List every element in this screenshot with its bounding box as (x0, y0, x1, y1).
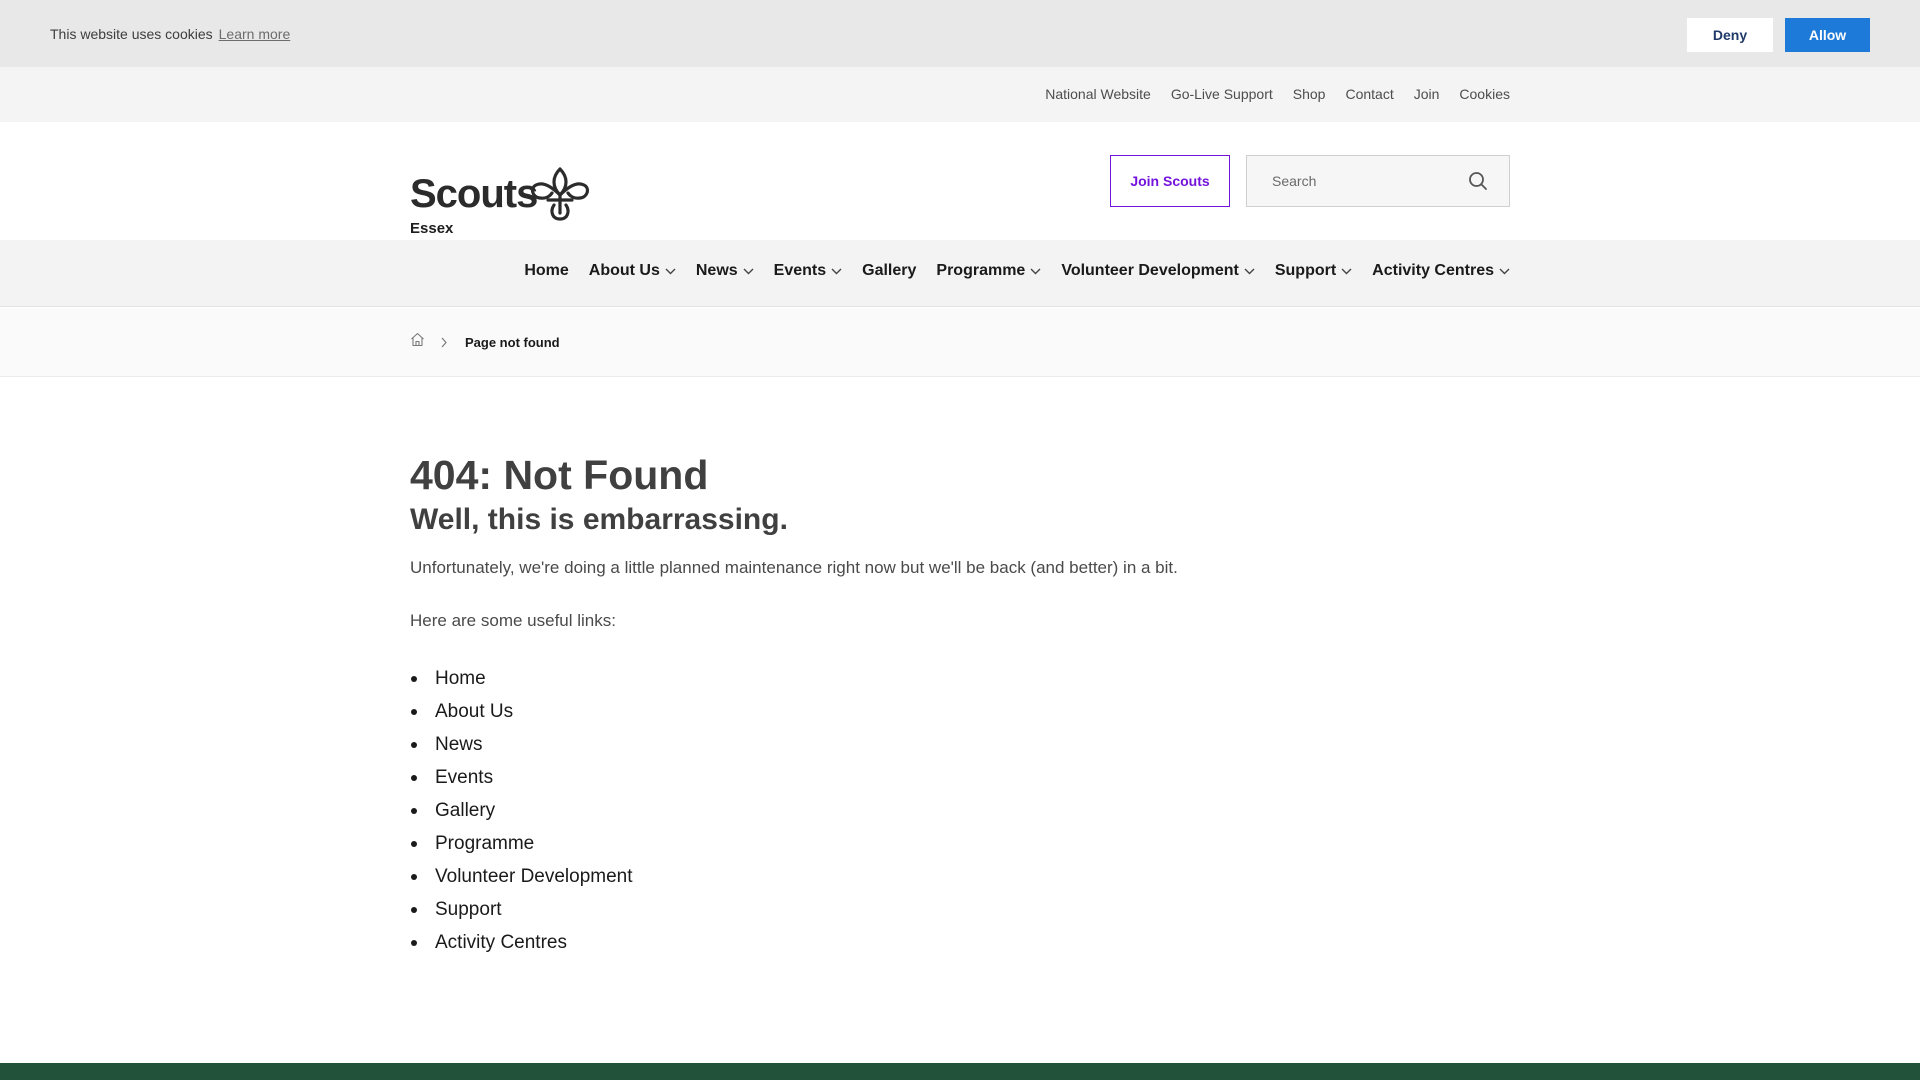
home-icon (411, 332, 424, 347)
nav-item-label: Support (1274, 262, 1337, 279)
fleur-de-lis-icon (530, 167, 590, 221)
nav-item-support[interactable]: Support (1275, 262, 1352, 280)
list-item: Gallery (411, 794, 1510, 827)
cookie-message-text: This website uses cookies (50, 26, 213, 42)
nav-item-label: Home (524, 262, 569, 279)
utility-link-join[interactable]: Join (1414, 86, 1440, 102)
logo-district: Essex (410, 220, 454, 237)
footer (0, 1063, 1920, 1080)
cookie-allow-button[interactable]: Allow (1785, 18, 1870, 52)
useful-links-list: Home About Us News Events Gallery Progra… (410, 662, 1510, 959)
nav-item-volunteer-development[interactable]: Volunteer Development (1061, 262, 1255, 280)
nav-item-label: About Us (588, 262, 660, 279)
useful-link-about-us[interactable]: About Us (435, 701, 513, 722)
chevron-down-icon (1499, 268, 1510, 274)
nav-item-programme[interactable]: Programme (936, 262, 1041, 280)
main-nav: Home About Us News Events Gallery Progra… (0, 240, 1920, 307)
search-box (1246, 155, 1510, 207)
main-nav-list: Home About Us News Events Gallery Progra… (524, 262, 1510, 280)
useful-links-intro: Here are some useful links: (410, 611, 616, 630)
useful-link-support[interactable]: Support (435, 899, 502, 920)
list-item: Home (411, 662, 1510, 695)
breadcrumb-bar: Page not found (0, 308, 1920, 377)
join-scouts-button[interactable]: Join Scouts (1110, 155, 1230, 207)
breadcrumb-current: Page not found (465, 334, 560, 350)
chevron-right-icon (441, 337, 447, 347)
breadcrumb: Page not found (410, 332, 560, 352)
search-icon[interactable] (1467, 170, 1489, 192)
page-title: 404: Not Found (410, 452, 709, 498)
logo-wordmark: Scouts (410, 172, 538, 216)
nav-item-about-us[interactable]: About Us (589, 262, 676, 280)
useful-link-events[interactable]: Events (435, 767, 493, 788)
nav-item-label: News (695, 262, 738, 279)
useful-link-news[interactable]: News (435, 734, 483, 755)
utility-link-national-website[interactable]: National Website (1045, 86, 1151, 102)
chevron-down-icon (831, 268, 842, 274)
nav-item-events[interactable]: Events (774, 262, 842, 280)
breadcrumb-home-link[interactable] (410, 332, 425, 352)
chevron-down-icon (1030, 268, 1041, 274)
scouts-essex-logo[interactable]: Scouts Essex (410, 144, 610, 236)
list-item: Volunteer Development (411, 860, 1510, 893)
cookie-banner: This website uses cookies Learn more Deny… (0, 0, 1920, 67)
chevron-down-icon (1244, 268, 1255, 274)
nav-item-label: Events (773, 262, 827, 279)
utility-nav: National Website Go-Live Support Shop Co… (1045, 86, 1510, 102)
list-item: Events (411, 761, 1510, 794)
useful-link-volunteer-development[interactable]: Volunteer Development (435, 866, 633, 887)
nav-item-label: Gallery (862, 262, 917, 279)
useful-link-activity-centres[interactable]: Activity Centres (435, 932, 567, 953)
chevron-down-icon (743, 268, 754, 274)
chevron-down-icon (665, 268, 676, 274)
cookie-message: This website uses cookies Learn more (50, 26, 290, 42)
utility-link-contact[interactable]: Contact (1345, 86, 1393, 102)
utility-bar: National Website Go-Live Support Shop Co… (0, 67, 1920, 122)
utility-link-go-live-support[interactable]: Go-Live Support (1171, 86, 1273, 102)
nav-item-activity-centres[interactable]: Activity Centres (1372, 262, 1510, 280)
cookie-deny-button[interactable]: Deny (1687, 18, 1773, 52)
utility-link-shop[interactable]: Shop (1293, 86, 1326, 102)
site-header: Scouts Essex Join Scouts (0, 122, 1920, 240)
nav-item-label: Programme (936, 262, 1026, 279)
cookie-learn-more-link[interactable]: Learn more (219, 26, 291, 42)
search-input[interactable] (1248, 157, 1458, 205)
utility-link-cookies[interactable]: Cookies (1459, 86, 1510, 102)
maintenance-message: Unfortunately, we're doing a little plan… (410, 558, 1178, 577)
list-item: About Us (411, 695, 1510, 728)
nav-item-label: Activity Centres (1372, 262, 1494, 279)
list-item: News (411, 728, 1510, 761)
nav-item-label: Volunteer Development (1061, 262, 1239, 279)
nav-item-home[interactable]: Home (524, 262, 568, 280)
nav-item-gallery[interactable]: Gallery (862, 262, 916, 280)
useful-link-gallery[interactable]: Gallery (435, 800, 495, 821)
nav-item-news[interactable]: News (696, 262, 754, 280)
list-item: Programme (411, 827, 1510, 860)
main-content: 404: Not Found Well, this is embarrassin… (410, 450, 1510, 959)
chevron-down-icon (1341, 268, 1352, 274)
page-subtitle: Well, this is embarrassing. (410, 503, 788, 536)
list-item: Support (411, 893, 1510, 926)
useful-link-home[interactable]: Home (435, 668, 486, 689)
list-item: Activity Centres (411, 926, 1510, 959)
useful-link-programme[interactable]: Programme (435, 833, 534, 854)
